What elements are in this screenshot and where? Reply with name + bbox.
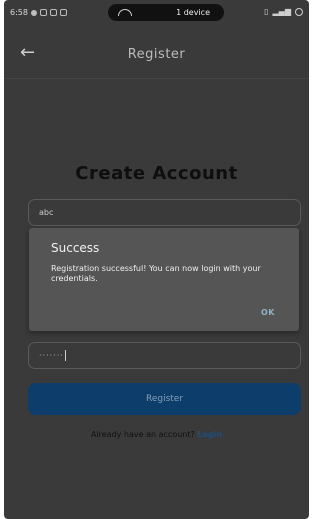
cast-devices-label: 1 device <box>176 8 210 17</box>
cast-icon <box>118 9 132 16</box>
name-input[interactable]: abc <box>28 199 301 226</box>
login-prompt: Already have an account? <box>90 430 195 439</box>
status-right: ▯ ▂▄▆ <box>264 7 303 16</box>
gallery-icon <box>39 9 47 16</box>
name-input-value: abc <box>39 208 54 217</box>
chat-icon <box>30 9 37 16</box>
cast-pill[interactable]: 1 device <box>108 4 224 21</box>
dialog-message: Registration successful! You can now log… <box>51 264 261 283</box>
battery-icon <box>295 7 303 16</box>
status-bar: 6:58 1 device ▯ ▂▄▆ <box>4 0 309 26</box>
register-button[interactable]: Register <box>28 383 301 415</box>
success-dialog: Success Registration successful! You can… <box>29 228 299 331</box>
photo-icon <box>59 9 67 16</box>
signal-icon: ▂▄▆ <box>272 7 291 16</box>
status-left: 6:58 <box>10 8 67 17</box>
share-icon <box>49 9 57 16</box>
password-input-value: ······· <box>39 351 64 360</box>
password-input[interactable]: ······· <box>28 342 301 369</box>
login-link[interactable]: Login <box>197 430 222 439</box>
login-row: Already have an account? Login <box>4 430 309 439</box>
dialog-title: Success <box>51 241 100 255</box>
app-bar-divider <box>4 78 309 79</box>
app-bar: ← Register <box>4 36 309 72</box>
dialog-ok-button[interactable]: OK <box>261 308 275 317</box>
vibrate-icon: ▯ <box>264 7 269 16</box>
status-time: 6:58 <box>10 8 28 17</box>
app-bar-title: Register <box>127 47 186 62</box>
phone-screen: 6:58 1 device ▯ ▂▄▆ ← Register Create Ac… <box>4 0 309 519</box>
text-caret <box>64 350 66 361</box>
page-title: Create Account <box>75 163 238 184</box>
